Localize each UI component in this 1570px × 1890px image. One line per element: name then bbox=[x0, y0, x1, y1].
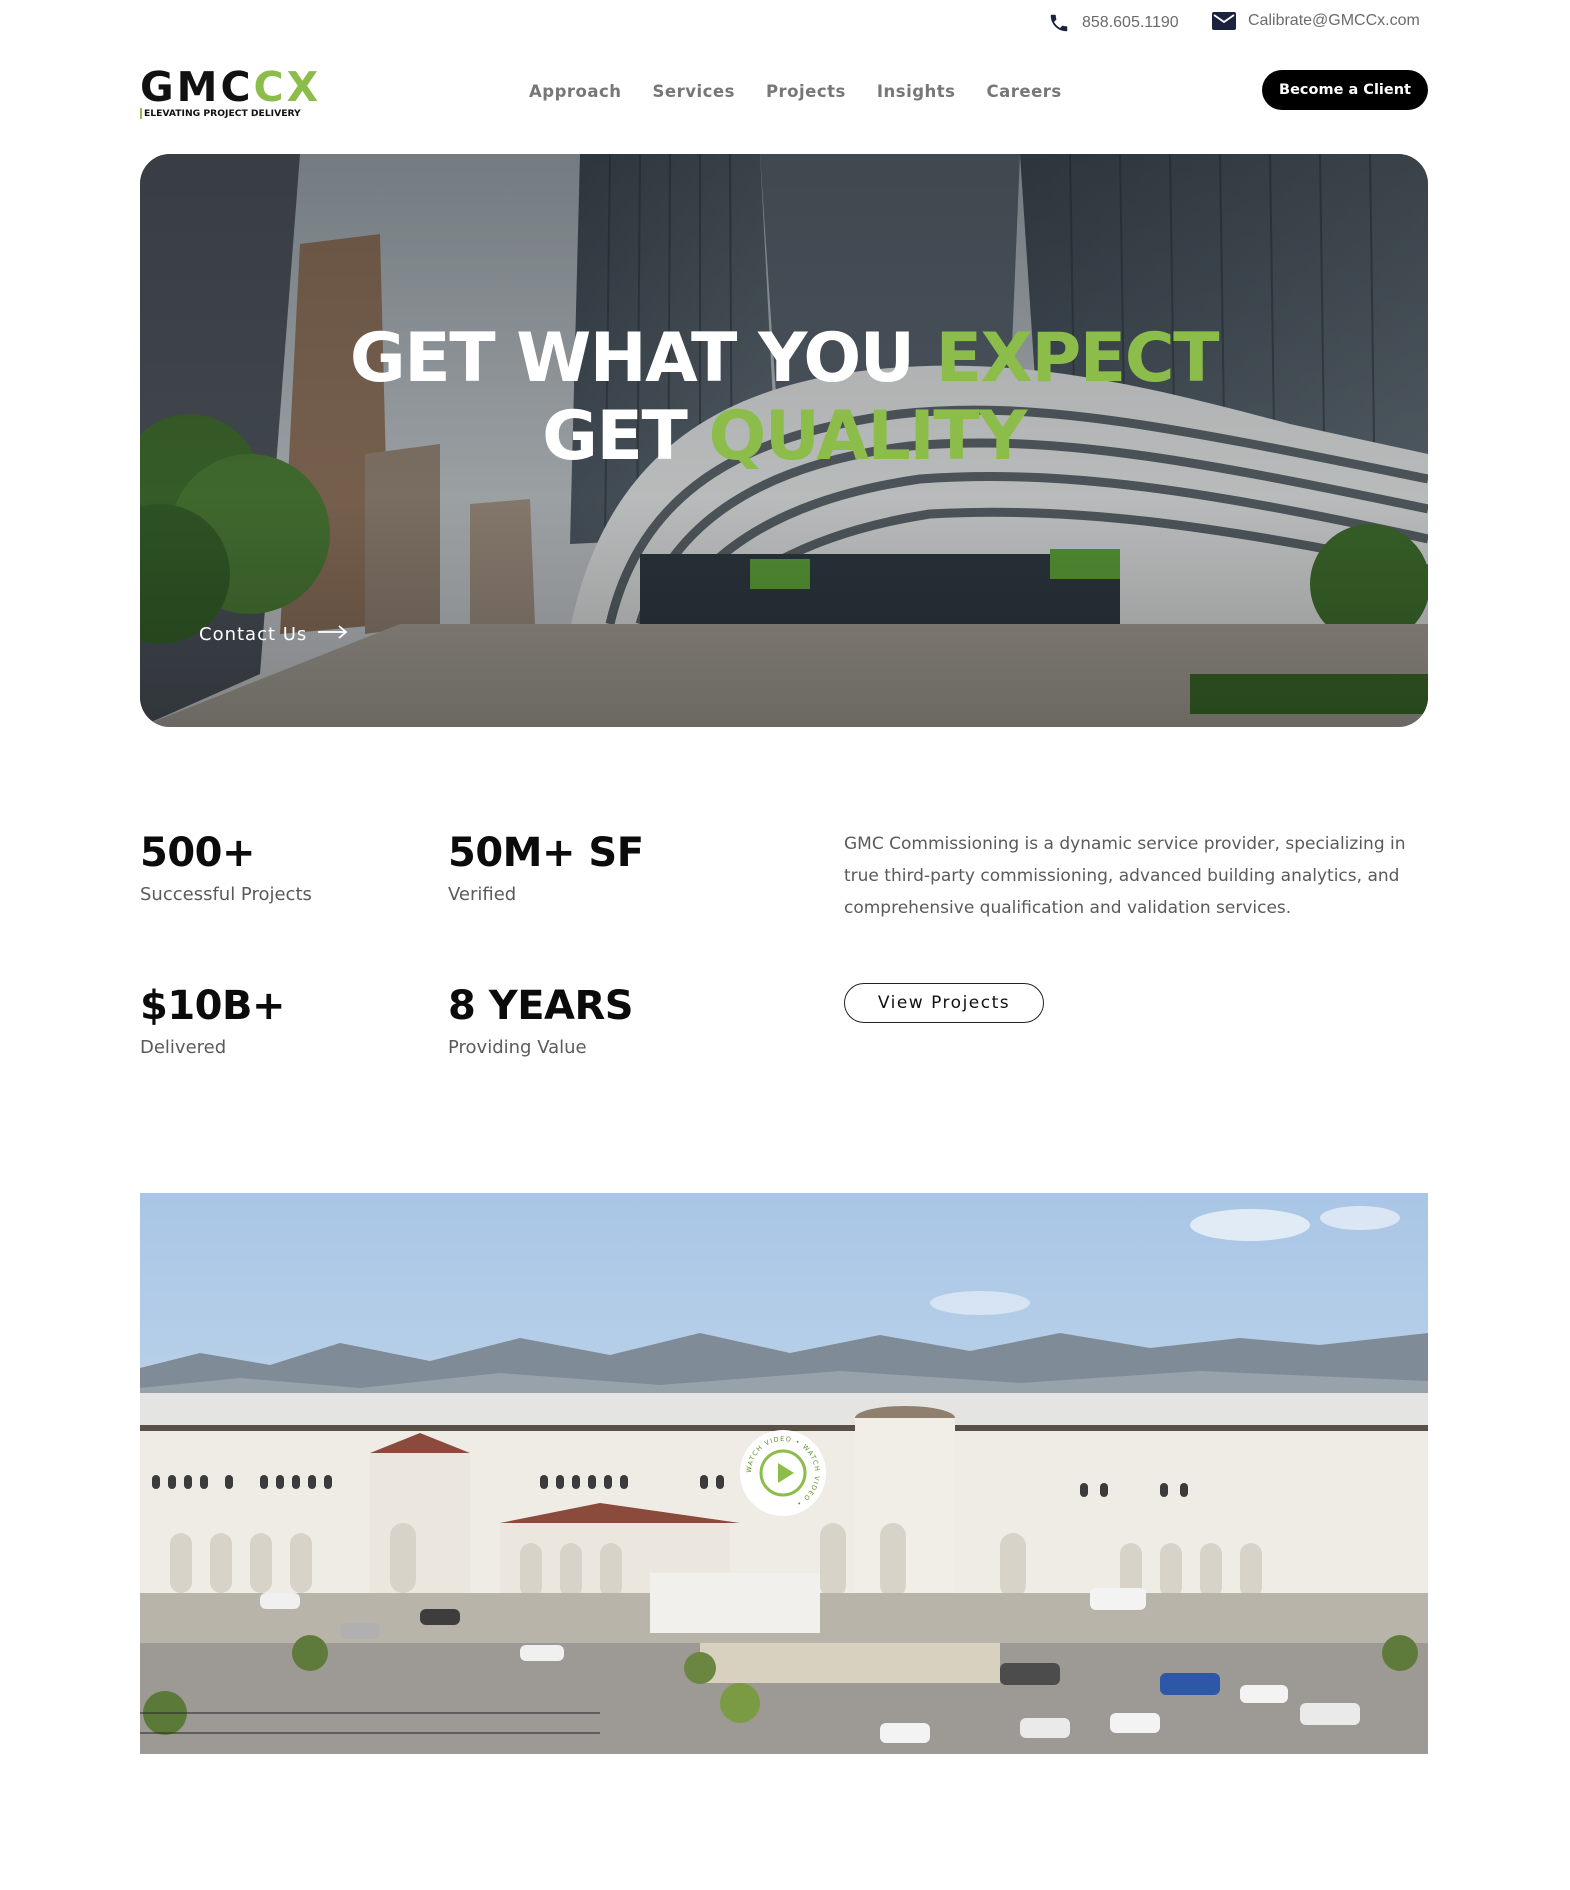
nav-item-careers[interactable]: Careers bbox=[987, 82, 1062, 101]
email-contact[interactable]: Calibrate@GMCCx.com bbox=[1212, 12, 1420, 30]
stat-label: Successful Projects bbox=[140, 884, 312, 905]
stat-delivered: $10B+ Delivered bbox=[140, 983, 420, 1058]
stat-providing-value: 8 YEARS Providing Value bbox=[448, 983, 728, 1058]
arrow-right-icon bbox=[317, 624, 349, 645]
logo[interactable]: GMCCX ELEVATING PROJECT DELIVERY bbox=[140, 66, 320, 119]
phone-number: 858.605.1190 bbox=[1082, 14, 1179, 31]
video-section: WATCH VIDEO • WATCH VIDEO • bbox=[140, 1193, 1428, 1754]
logo-mark: GMCCX bbox=[140, 66, 320, 108]
logo-mark-dark: GMC bbox=[140, 63, 254, 111]
view-projects-button[interactable]: View Projects bbox=[844, 983, 1044, 1023]
about-description: GMC Commissioning is a dynamic service p… bbox=[844, 834, 1406, 918]
stat-label: Providing Value bbox=[448, 1037, 587, 1058]
nav-item-projects[interactable]: Projects bbox=[766, 82, 846, 101]
nav-item-services[interactable]: Services bbox=[653, 82, 735, 101]
phone-icon bbox=[1048, 12, 1070, 34]
stat-label: Delivered bbox=[140, 1037, 227, 1058]
stat-value: 500+ bbox=[140, 830, 256, 876]
contact-us-link[interactable]: Contact Us bbox=[199, 624, 349, 645]
hero-line-2-white: GET bbox=[542, 397, 709, 476]
nav-item-insights[interactable]: Insights bbox=[877, 82, 956, 101]
hero-line-1-accent: EXPECT bbox=[935, 319, 1220, 398]
hero-line-1: GET WHAT YOU EXPECT bbox=[140, 320, 1428, 398]
hero-headline: GET WHAT YOU EXPECT GET QUALITY bbox=[140, 320, 1428, 476]
hero-line-2: GET QUALITY bbox=[140, 398, 1428, 476]
stat-value: 8 YEARS bbox=[448, 983, 634, 1029]
stat-label: Verified bbox=[448, 884, 517, 905]
hero-line-2-accent: QUALITY bbox=[708, 397, 1028, 476]
stat-verified: 50M+ SF Verified bbox=[448, 830, 728, 905]
become-client-button[interactable]: Become a Client bbox=[1262, 70, 1428, 110]
nav-item-approach[interactable]: Approach bbox=[529, 82, 622, 101]
logo-tagline: ELEVATING PROJECT DELIVERY bbox=[140, 108, 320, 119]
stat-successful-projects: 500+ Successful Projects bbox=[140, 830, 420, 905]
main-nav: Approach Services Projects Insights Care… bbox=[529, 82, 1062, 101]
contact-bar: 858.605.1190 Calibrate@GMCCx.com bbox=[0, 12, 1570, 38]
site-header: GMCCX ELEVATING PROJECT DELIVERY Approac… bbox=[0, 62, 1570, 126]
watch-video-button[interactable]: WATCH VIDEO • WATCH VIDEO • bbox=[740, 1430, 826, 1516]
phone-contact[interactable]: 858.605.1190 bbox=[1048, 12, 1179, 34]
hero-banner: GET WHAT YOU EXPECT GET QUALITY Contact … bbox=[140, 154, 1428, 727]
stat-value: $10B+ bbox=[140, 983, 286, 1029]
contact-us-label: Contact Us bbox=[199, 624, 308, 645]
stat-value: 50M+ SF bbox=[448, 830, 644, 876]
email-address: Calibrate@GMCCx.com bbox=[1248, 12, 1420, 29]
logo-mark-green: CX bbox=[253, 63, 322, 111]
mail-icon bbox=[1212, 12, 1236, 30]
hero-line-1-white: GET WHAT YOU bbox=[349, 319, 936, 398]
